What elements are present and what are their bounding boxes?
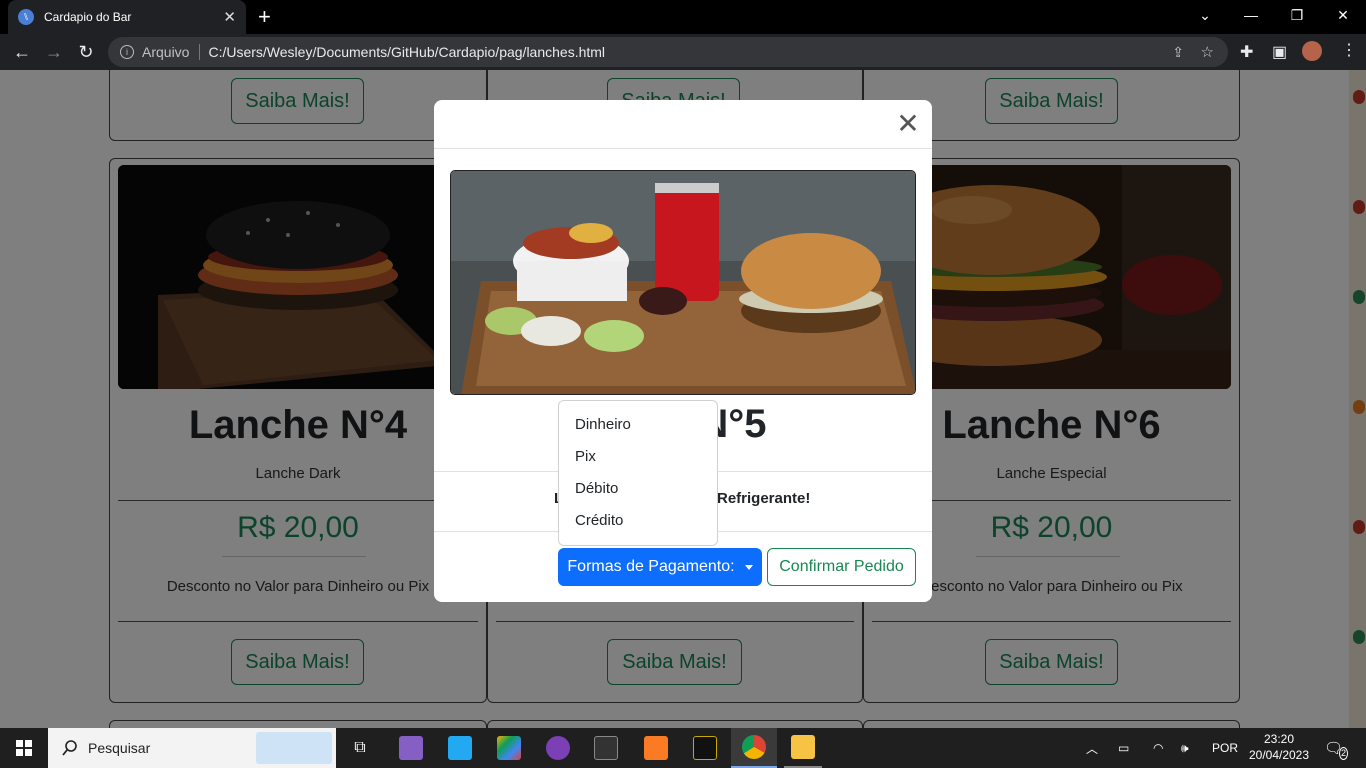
tab-search-icon[interactable]: ⌄ xyxy=(1182,0,1228,30)
git-client-icon[interactable] xyxy=(493,728,525,768)
order-modal: ✕ N°5 Refrigerante! Formas de Pagamento:… xyxy=(434,100,932,602)
close-icon[interactable]: ✕ xyxy=(896,110,920,138)
windows-taskbar: Pesquisar ⧉ ︿ ▭ ◠ 🕪 POR 23:20 20/04/2023… xyxy=(0,728,1366,768)
payment-option-credito[interactable]: Crédito xyxy=(559,505,717,537)
info-icon[interactable]: i xyxy=(120,45,134,59)
system-clock[interactable]: 23:20 20/04/2023 xyxy=(1244,731,1314,763)
search-icon xyxy=(62,740,78,756)
payment-methods-label: Formas de Pagamento: xyxy=(567,558,735,575)
caret-down-icon xyxy=(744,564,753,570)
payment-dropdown-menu: Dinheiro Pix Débito Crédito xyxy=(558,400,718,546)
address-scheme: Arquivo xyxy=(142,44,190,60)
tab-title: Cardapio do Bar xyxy=(44,10,132,24)
back-icon[interactable]: ← xyxy=(6,36,38,68)
new-tab-icon[interactable]: + xyxy=(258,4,271,30)
xampp-icon[interactable] xyxy=(640,728,672,768)
close-tab-icon[interactable]: ✕ xyxy=(223,8,236,26)
chrome-icon[interactable] xyxy=(731,728,777,768)
notification-count: 2 xyxy=(1339,746,1348,760)
favicon-icon: ⑊ xyxy=(18,9,34,25)
terminal-icon[interactable] xyxy=(590,728,622,768)
modal-header-divider xyxy=(434,148,932,149)
search-placeholder: Pesquisar xyxy=(88,740,151,756)
file-explorer-icon[interactable] xyxy=(784,728,822,768)
clock-time: 23:20 xyxy=(1263,732,1295,746)
visual-studio-icon[interactable] xyxy=(395,728,427,768)
search-highlight-image xyxy=(256,732,332,764)
profile-avatar[interactable] xyxy=(1302,41,1322,61)
extensions-icon[interactable]: ✚ xyxy=(1240,42,1253,62)
payment-option-debito[interactable]: Débito xyxy=(559,473,717,505)
show-hidden-icons-icon[interactable]: ︿ xyxy=(1086,728,1102,768)
browser-tab[interactable]: ⑊ Cardapio do Bar ✕ xyxy=(8,0,246,34)
close-window-icon[interactable]: ✕ xyxy=(1320,0,1366,30)
minimize-icon[interactable]: — xyxy=(1228,0,1274,30)
codeblocks-icon[interactable] xyxy=(689,728,721,768)
menu-icon[interactable]: ⋮ xyxy=(1341,40,1357,60)
battery-icon[interactable]: ▭ xyxy=(1118,728,1136,768)
clock-date: 20/04/2023 xyxy=(1248,748,1310,762)
task-view-icon[interactable]: ⧉ xyxy=(344,728,376,768)
share-icon[interactable]: ⇪ xyxy=(1172,44,1184,61)
notifications-icon[interactable]: 🗨 2 xyxy=(1324,728,1348,768)
payment-option-pix[interactable]: Pix xyxy=(559,441,717,473)
modal-description-right: Refrigerante! xyxy=(717,490,811,507)
forward-icon[interactable]: → xyxy=(38,36,70,68)
vscode-icon[interactable] xyxy=(444,728,476,768)
address-bar[interactable]: i Arquivo C:/Users/Wesley/Documents/GitH… xyxy=(108,37,1228,67)
taskbar-search[interactable]: Pesquisar xyxy=(48,728,336,768)
tab-strip: ⑊ Cardapio do Bar ✕ + ⌄ — ❐ ✕ xyxy=(0,0,1366,34)
browser-window: ⑊ Cardapio do Bar ✕ + ⌄ — ❐ ✕ ← → ↻ i Ar… xyxy=(0,0,1366,728)
payment-methods-dropdown[interactable]: Formas de Pagamento: xyxy=(558,548,762,586)
volume-icon[interactable]: 🕪 xyxy=(1181,728,1199,768)
windows-start-icon[interactable] xyxy=(6,728,42,768)
wifi-icon[interactable]: ◠ xyxy=(1153,728,1171,768)
bookmark-star-icon[interactable]: ☆ xyxy=(1201,43,1214,61)
payment-option-dinheiro[interactable]: Dinheiro xyxy=(559,409,717,441)
restore-icon[interactable]: ❐ xyxy=(1274,0,1320,30)
language-indicator[interactable]: POR xyxy=(1212,728,1238,768)
combo-photo xyxy=(450,170,916,395)
browser-toolbar: ← → ↻ i Arquivo C:/Users/Wesley/Document… xyxy=(0,34,1366,70)
confirm-order-button[interactable]: Confirmar Pedido xyxy=(767,548,916,586)
address-url[interactable]: C:/Users/Wesley/Documents/GitHub/Cardapi… xyxy=(208,44,605,60)
address-separator xyxy=(199,44,201,60)
side-panel-icon[interactable]: ▣ xyxy=(1272,42,1287,62)
github-desktop-icon[interactable] xyxy=(542,728,574,768)
reload-icon[interactable]: ↻ xyxy=(70,36,102,68)
